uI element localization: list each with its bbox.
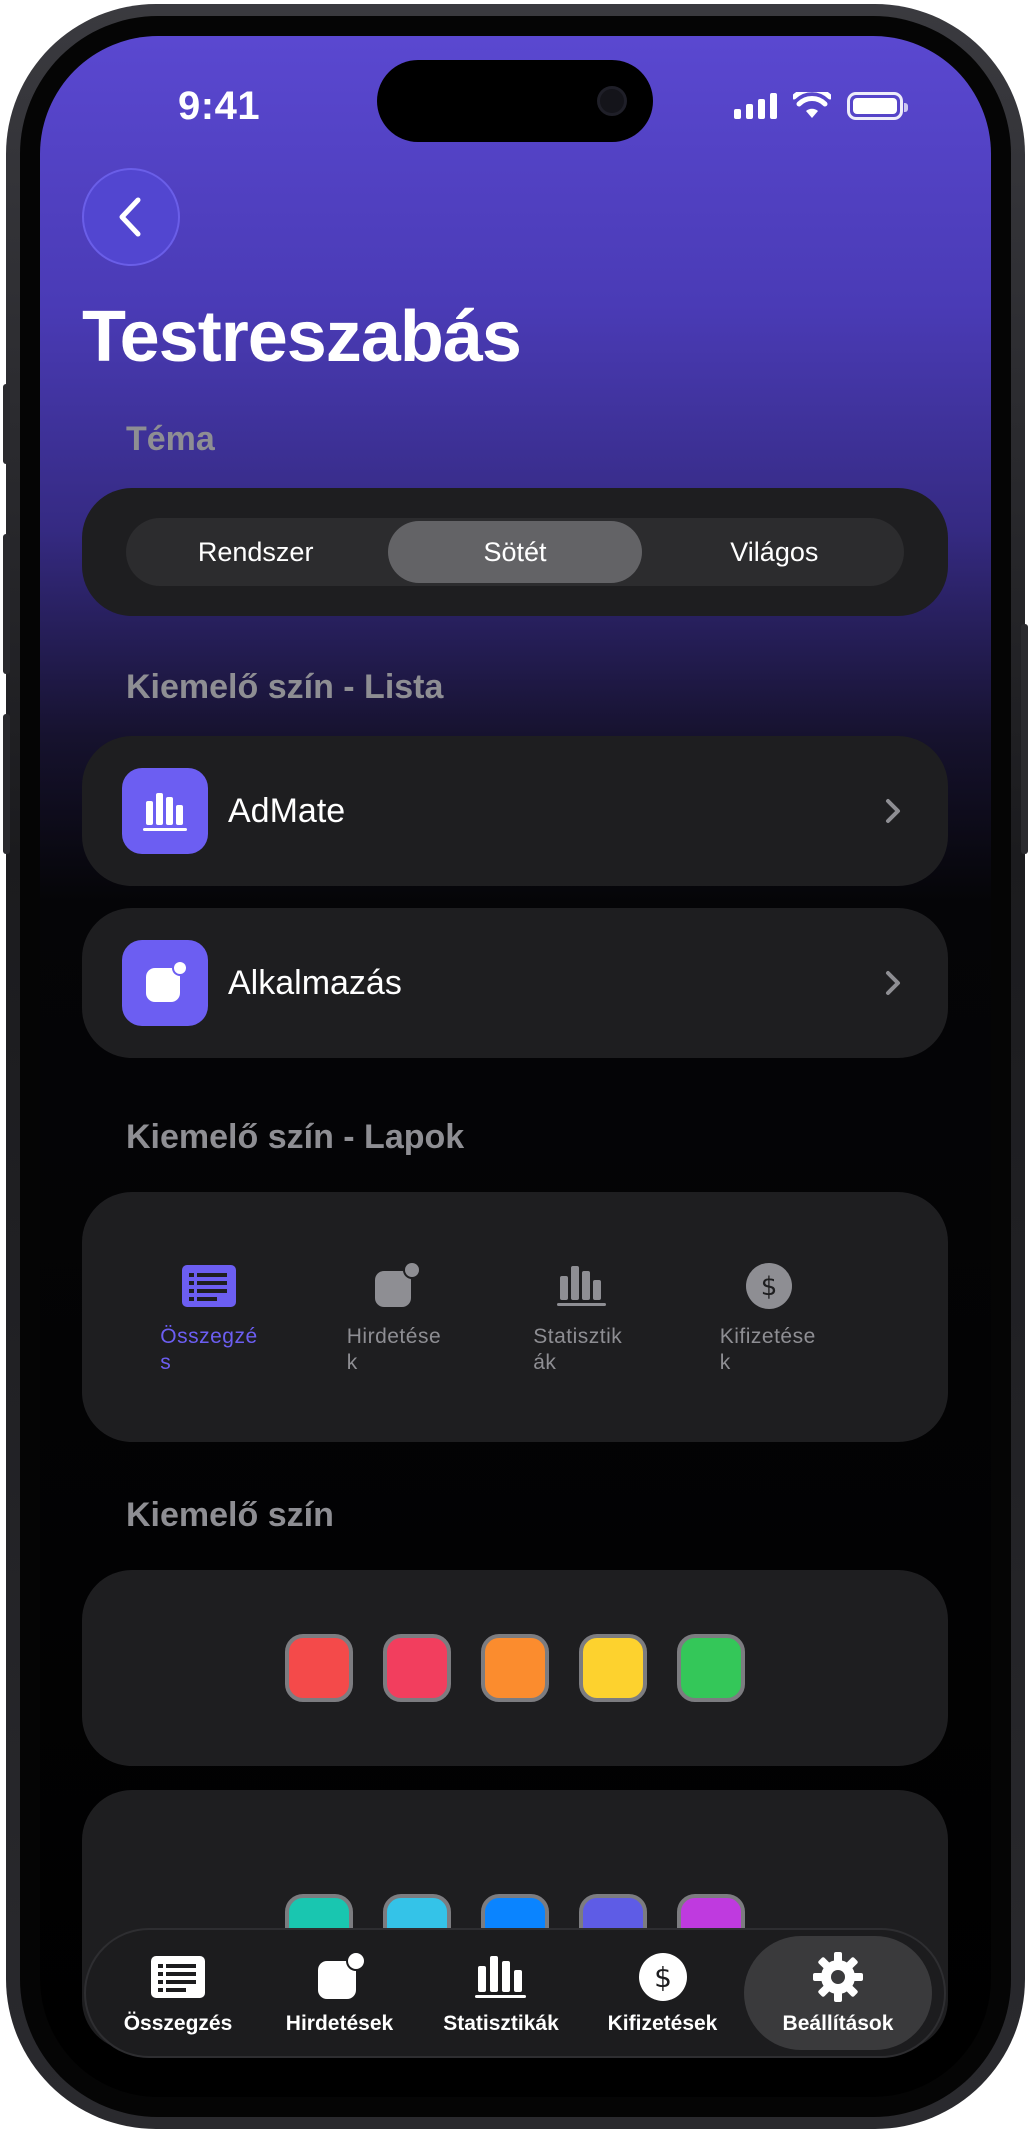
app-badge-icon <box>367 1261 425 1310</box>
page-title: Testreszabás <box>82 297 522 377</box>
status-icons <box>734 92 908 120</box>
tab-payouts[interactable]: $ Kifizetések <box>583 1936 743 2050</box>
list-icon <box>180 1262 238 1310</box>
color-swatch[interactable] <box>677 1634 745 1702</box>
color-swatch[interactable] <box>481 1634 549 1702</box>
tabs-preview-summary[interactable]: Összegzé s <box>160 1262 310 1376</box>
gear-icon <box>811 1950 865 2004</box>
tabs-preview-stats[interactable]: Statisztik ák <box>533 1262 683 1376</box>
tab-bar: Összegzés Hirdetések Statisztikák $ Kifi… <box>84 1928 946 2058</box>
chart-bars-icon <box>553 1262 611 1310</box>
tab-summary[interactable]: Összegzés <box>98 1936 258 2050</box>
tab-ads[interactable]: Hirdetések <box>260 1936 420 2050</box>
theme-option-system[interactable]: Rendszer <box>129 521 382 583</box>
volume-down-button <box>3 714 10 854</box>
cellular-signal-icon <box>734 93 777 119</box>
svg-text:$: $ <box>760 1272 777 1302</box>
tabs-preview-label: Hirdetése <box>346 1325 442 1348</box>
tabs-preview-label: Összegzé <box>160 1325 258 1348</box>
tabs-preview-label: k <box>346 1351 358 1374</box>
camera-icon <box>597 86 627 116</box>
tab-label: Hirdetések <box>285 2012 394 2035</box>
tabs-preview-label: Kifizetése <box>719 1325 816 1348</box>
list-row-label: Alkalmazás <box>228 963 402 1002</box>
dollar-icon: $ <box>740 1262 798 1310</box>
color-swatch[interactable] <box>383 1634 451 1702</box>
status-bar: 9:41 <box>40 36 991 176</box>
battery-icon <box>847 92 908 120</box>
app-badge-icon <box>314 1950 366 2004</box>
theme-label: Téma <box>126 420 215 458</box>
chart-bars-icon <box>122 768 208 854</box>
theme-option-dark[interactable]: Sötét <box>388 521 642 583</box>
tabs-preview-label: s <box>160 1351 172 1374</box>
tab-label: Statisztikák <box>443 2012 559 2035</box>
volume-up-button <box>3 534 10 674</box>
theme-card: Rendszer Sötét Világos <box>82 488 948 616</box>
svg-text:$: $ <box>654 1961 672 1994</box>
chart-bars-icon <box>473 1950 529 2004</box>
swatch-row <box>285 1634 745 1702</box>
accent-color-card-1 <box>82 1570 948 1766</box>
tabs-preview-payouts[interactable]: $ Kifizetése k <box>720 1262 870 1376</box>
theme-segmented-control: Rendszer Sötét Világos <box>126 518 904 586</box>
theme-option-light[interactable]: Világos <box>648 521 901 583</box>
list-row-admate[interactable]: AdMate <box>82 736 948 886</box>
tab-label: Összegzés <box>123 2012 233 2035</box>
power-button <box>1021 624 1028 854</box>
color-swatch[interactable] <box>579 1634 647 1702</box>
color-swatch[interactable] <box>285 1634 353 1702</box>
tabs-preview-label: Statisztik <box>533 1325 623 1348</box>
tabs-preview-label: k <box>719 1351 731 1374</box>
chevron-left-icon <box>119 197 141 237</box>
chevron-right-icon <box>886 799 900 823</box>
wifi-icon <box>793 92 831 118</box>
list-row-app[interactable]: Alkalmazás <box>82 908 948 1058</box>
tabs-preview-ads[interactable]: Hirdetése k <box>346 1261 497 1376</box>
mute-switch <box>3 384 10 464</box>
screen: 9:41 Testreszabás Téma Rendszer Sötét Vi… <box>40 36 991 2097</box>
accent-color-label: Kiemelő szín <box>126 1496 334 1534</box>
tab-label: Kifizetések <box>607 2012 718 2035</box>
accent-list-label: Kiemelő szín - Lista <box>126 668 444 706</box>
back-button[interactable] <box>82 168 180 266</box>
list-row-label: AdMate <box>228 791 346 830</box>
dollar-icon: $ <box>638 1950 688 2004</box>
tab-stats[interactable]: Statisztikák <box>421 1936 581 2050</box>
dynamic-island <box>377 60 653 142</box>
tab-label: Beállítások <box>782 2012 894 2035</box>
tabs-preview-card: Összegzé s Hirdetése k Statisztik ák $ K… <box>82 1192 948 1442</box>
tabs-preview-label: ák <box>533 1351 557 1374</box>
status-time: 9:41 <box>178 84 261 128</box>
app-badge-icon <box>122 940 208 1026</box>
list-icon <box>150 1950 206 2004</box>
tab-settings[interactable]: Beállítások <box>744 1936 932 2050</box>
chevron-right-icon <box>886 971 900 995</box>
accent-tabs-label: Kiemelő szín - Lapok <box>126 1118 465 1156</box>
